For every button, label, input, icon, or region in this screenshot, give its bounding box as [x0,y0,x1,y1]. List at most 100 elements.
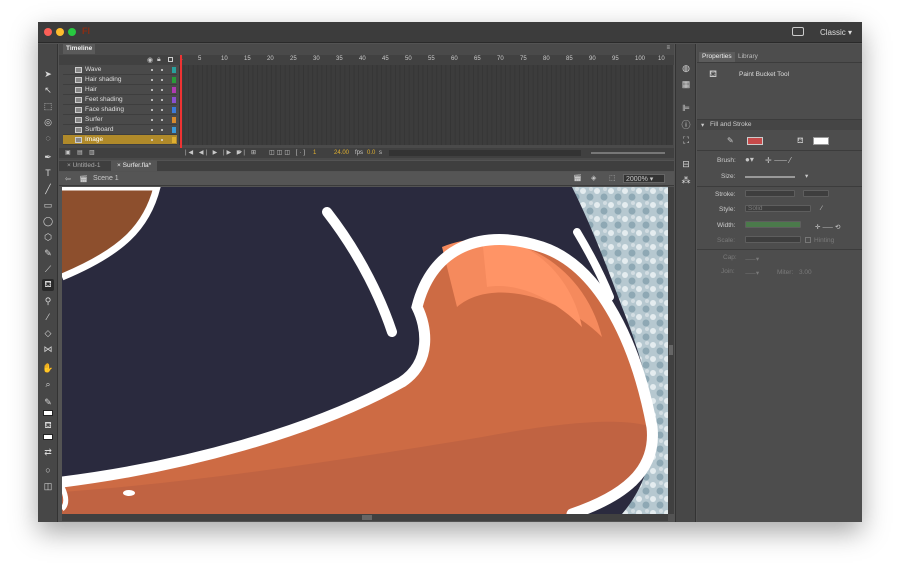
layer-row[interactable]: Feet shading [63,95,177,105]
swap-colors-icon[interactable]: ⇄ [42,446,54,458]
visibility-dot[interactable] [151,129,153,131]
eye-icon[interactable]: ◉ [147,56,153,64]
visibility-dot[interactable] [151,109,153,111]
text-tool-icon[interactable]: T [42,167,54,179]
visibility-dot[interactable] [151,99,153,101]
sync-settings-icon[interactable] [792,27,804,36]
lasso-tool-icon[interactable]: ◌ [42,132,54,144]
lock-dot[interactable] [161,89,163,91]
new-folder-icon[interactable]: ▤ [77,148,83,158]
hscroll-thumb[interactable] [362,515,372,520]
chevron-down-icon[interactable]: ▾ [805,172,808,180]
workspace-switcher[interactable]: Classic ▾ [820,28,852,37]
miter-value[interactable]: 3.00 [799,269,812,276]
edit-symbols-icon[interactable]: ◈ [591,174,596,182]
paint-bucket-tool-icon[interactable]: ⛾ [42,279,54,291]
visibility-dot[interactable] [151,79,153,81]
visibility-dot[interactable] [151,139,153,141]
layer-row[interactable]: Surfboard [63,125,177,135]
pen-tool-icon[interactable]: ✒ [42,151,54,163]
join-select[interactable]: ⸺▾ [745,267,759,277]
eyedropper-tool-icon[interactable]: ⁄ [42,311,54,323]
snap-icon[interactable]: ◫ [42,480,54,492]
stroke-slider[interactable] [745,190,795,197]
outline-color-swatch[interactable] [172,107,176,113]
object-drawing-icon[interactable]: ○ [42,464,54,476]
close-tab-icon[interactable]: × [117,162,121,169]
tab-untitled-1[interactable]: × Untitled-1 [61,161,106,171]
visibility-dot[interactable] [151,69,153,71]
hand-tool-icon[interactable]: ✋ [42,362,54,374]
stage-canvas[interactable] [62,187,668,514]
oval-tool-icon[interactable]: ◯ [42,215,54,227]
minimize-window-button[interactable] [56,28,64,36]
timeline-vscroll[interactable] [667,65,673,145]
clip-stage-icon[interactable]: ⬚ [609,174,616,182]
back-arrow-icon[interactable]: ⇦ [65,175,71,183]
layer-row[interactable]: Wave [63,65,177,75]
selection-tool-icon[interactable]: ➤ [42,68,54,80]
lock-dot[interactable] [161,139,163,141]
delete-layer-icon[interactable]: ▥ [89,148,95,158]
tab-timeline[interactable]: Timeline [63,44,96,54]
eraser-tool-icon[interactable]: ◇ [42,327,54,339]
style-select[interactable]: Solid [745,205,811,212]
fill-color-swatch[interactable] [813,137,829,145]
outline-icon[interactable] [168,57,173,62]
stroke-color-icon[interactable]: ✎ [42,396,54,408]
playhead[interactable] [180,55,182,150]
size-slider[interactable] [745,176,795,178]
new-layer-icon[interactable]: ▣ [65,148,71,158]
lock-dot[interactable] [161,129,163,131]
layer-row[interactable]: Hair [63,85,177,95]
bone-tool-icon[interactable]: ⚲ [42,295,54,307]
transform-panel-icon[interactable]: ⛶ [680,134,692,146]
time-value[interactable]: 0.0 [367,148,375,158]
layer-row[interactable]: Surfer [63,115,177,125]
lock-dot[interactable] [161,109,163,111]
outline-color-swatch[interactable] [172,87,176,93]
tab-surfer[interactable]: × Surfer.fla* [111,161,158,171]
visibility-dot[interactable] [151,89,153,91]
onion-skin-icons[interactable]: ◫◫◫ [·] [269,148,307,158]
stroke-color-swatch[interactable] [747,137,763,145]
components-panel-icon[interactable]: ⊟ [680,158,692,170]
outline-color-swatch[interactable] [172,77,176,83]
fill-color-swatch[interactable] [43,434,53,440]
line-tool-icon[interactable]: ╱ [42,183,54,195]
edit-scene-icon[interactable]: 🎬︎ [573,174,582,182]
timeline-hscroll[interactable] [389,150,581,156]
outline-color-swatch[interactable] [172,67,176,73]
subselection-tool-icon[interactable]: ↖ [42,84,54,96]
align-panel-icon[interactable]: ⊫ [680,102,692,114]
outline-color-swatch[interactable] [172,117,176,123]
polystar-tool-icon[interactable]: ⬡ [42,231,54,243]
lock-icon[interactable]: 🔒︎ [157,56,161,64]
lock-dot[interactable] [161,99,163,101]
scale-select[interactable] [745,236,801,243]
swatches-panel-icon[interactable]: ▦ [680,78,692,90]
layer-row[interactable]: Image [63,135,177,145]
width-controls-icon[interactable]: ✛ ⸺ ⟲ [815,221,840,231]
close-tab-icon[interactable]: × [67,162,71,169]
pencil-tool-icon[interactable]: ✎ [42,247,54,259]
visibility-dot[interactable] [151,119,153,121]
stage-hscroll[interactable] [62,514,668,521]
outline-color-swatch[interactable] [172,97,176,103]
brush-tool-icon[interactable]: ⟋ [42,263,54,275]
fill-color-icon[interactable]: ⛾ [42,420,54,432]
vscroll-thumb[interactable] [669,345,673,355]
loop-icon[interactable]: ⟳ [237,148,242,158]
layer-row[interactable]: Face shading [63,105,177,115]
edit-stroke-style-icon[interactable]: ⁄ [821,205,822,212]
frame-grid[interactable] [179,65,667,145]
info-panel-icon[interactable]: ⓘ [680,118,692,130]
tab-properties[interactable]: Properties [699,52,735,62]
color-panel-icon[interactable]: ◍ [680,62,692,74]
center-frame-icon[interactable]: ⊞ [251,148,256,158]
brush-mode-icon[interactable]: ✛ ⸺ ⁄ [765,155,791,166]
3d-rotation-tool-icon[interactable]: ◎ [42,116,54,128]
panel-menu-icon[interactable]: ≡ [666,45,670,51]
layer-row[interactable]: Hair shading [63,75,177,85]
free-transform-tool-icon[interactable]: ⬚ [42,100,54,112]
